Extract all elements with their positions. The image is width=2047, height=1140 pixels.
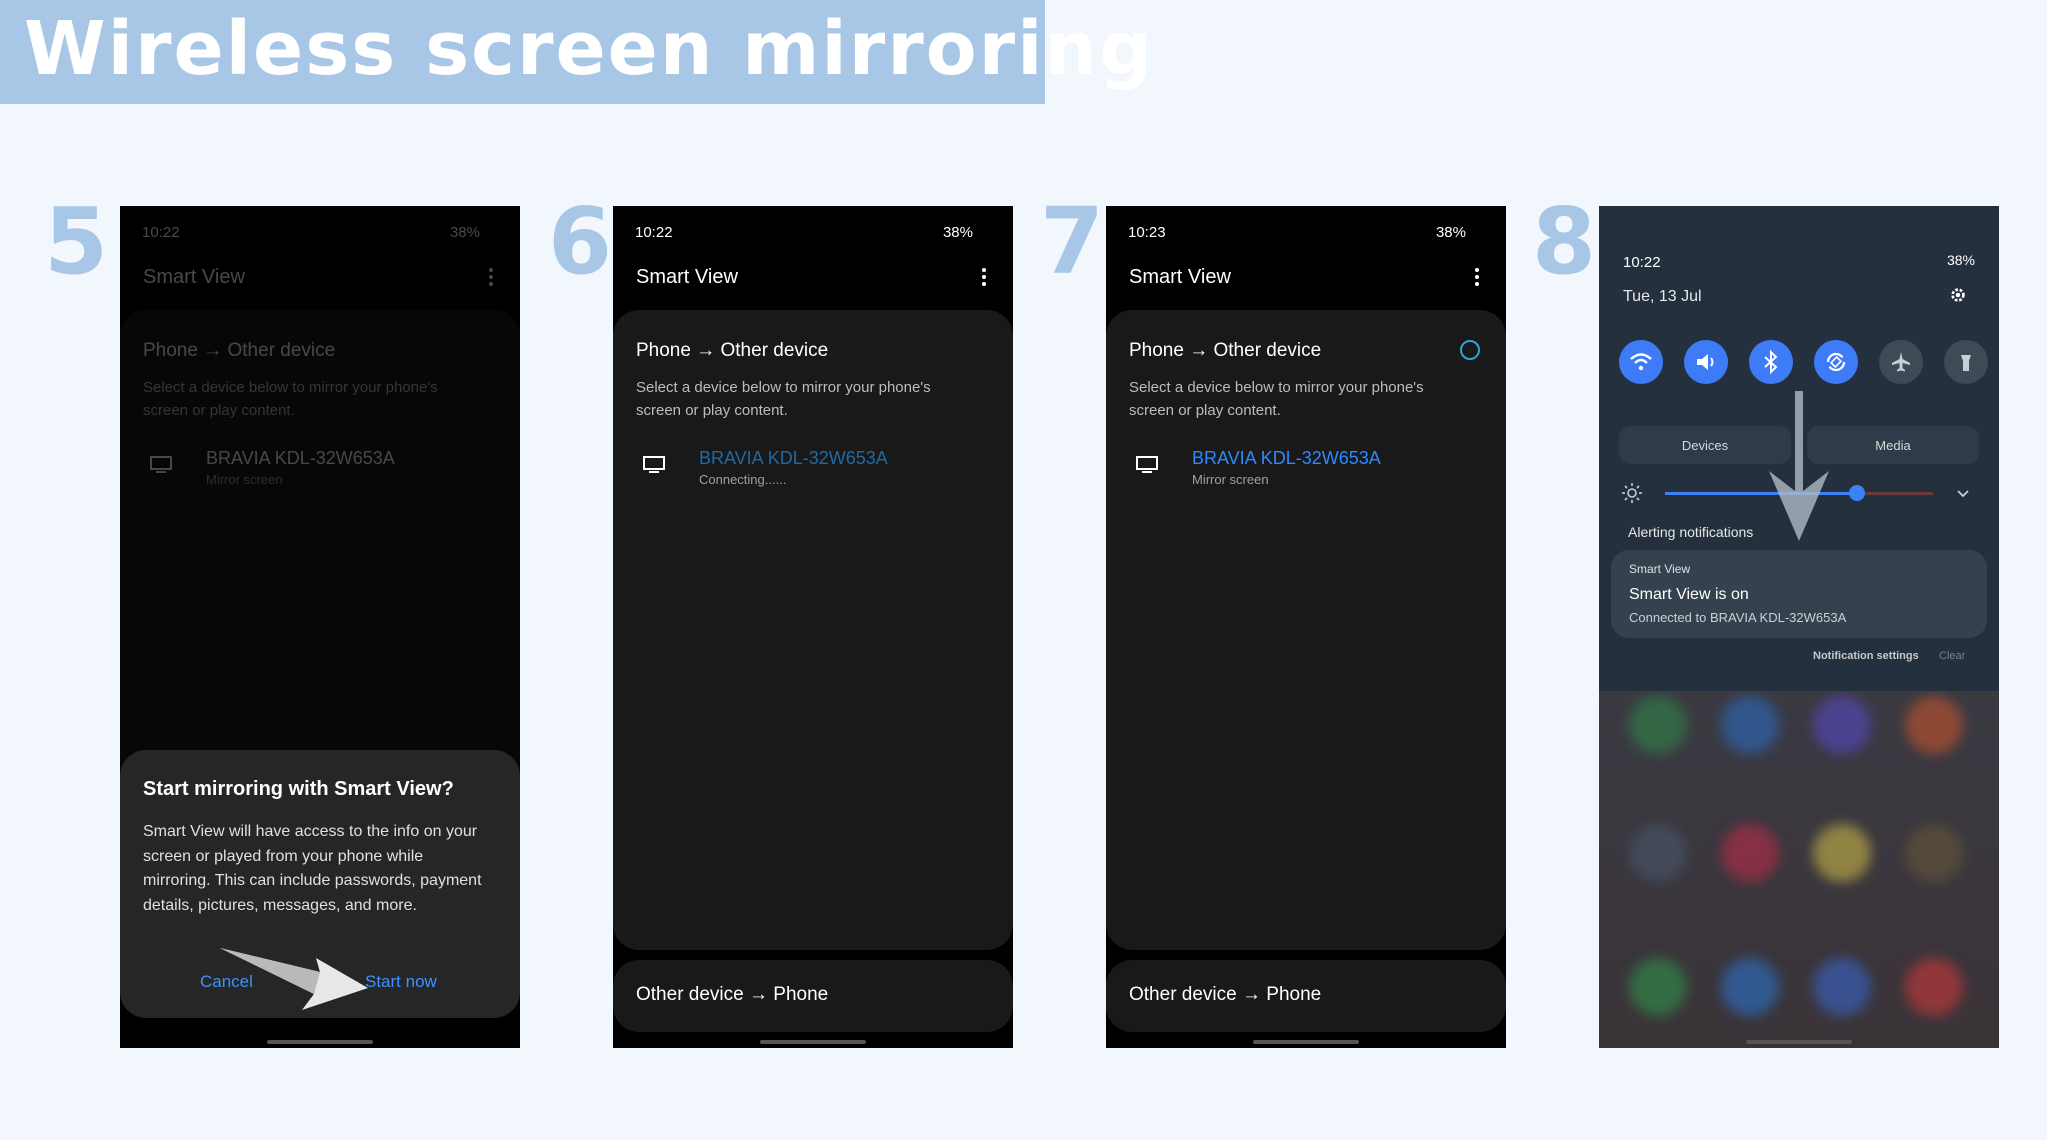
flashlight-toggle[interactable] [1944,340,1988,384]
battery-status: 38% [449,224,480,241]
app-title: Smart View [143,266,245,288]
rotate-icon [1826,352,1846,372]
app-icon [1813,824,1871,882]
home-indicator[interactable] [1253,1040,1359,1044]
more-options-icon[interactable] [981,268,987,286]
swipe-down-arrow-icon [1769,391,1829,541]
app-icon [1721,696,1779,754]
loading-spinner-icon [1460,340,1480,360]
date-label: Tue, 13 Jul [1623,288,1702,305]
sound-toggle[interactable] [1684,340,1728,384]
app-title: Smart View [1129,266,1231,288]
status-time: 10:22 [635,224,673,241]
dialog-title: Start mirroring with Smart View? [143,778,454,800]
section-description: Select a device below to mirror your pho… [1129,379,1424,419]
section-title: Phone → Other device [636,340,829,361]
airplane-mode-toggle[interactable] [1879,340,1923,384]
app-icon [1721,824,1779,882]
section-description: Select a device below to mirror your pho… [143,379,438,419]
gear-icon[interactable] [1949,286,1967,304]
step-number-7: 7 [1040,188,1105,295]
title-banner: Wireless screen mirroring [0,0,1152,104]
device-status: Mirror screen [1192,472,1269,487]
status-bar: 10:22 38% [142,224,498,244]
app-title: Smart View [636,266,738,288]
notification-title: Smart View is on [1629,586,1749,603]
bluetooth-toggle[interactable] [1749,340,1793,384]
app-icon [1905,696,1963,754]
step-number-8: 8 [1532,188,1597,295]
app-icon [1905,958,1963,1016]
bluetooth-icon [1764,349,1778,375]
flashlight-icon [1961,355,1971,371]
mirroring-permission-dialog: Start mirroring with Smart View? Smart V… [120,750,520,1018]
cancel-button[interactable]: Cancel [200,972,253,992]
airplane-icon [1892,352,1910,372]
brightness-slider-track [1857,492,1933,495]
status-bar: 10:22 38% [635,224,991,244]
tv-icon [150,456,172,473]
status-time: 10:22 [1623,254,1661,271]
device-status: Connecting...... [699,472,787,487]
wifi-toggle[interactable] [1619,340,1663,384]
notification-app-name: Smart View [1629,562,1691,576]
reverse-mirror-label: Other device → Phone [636,984,829,1005]
step-number-6: 6 [548,188,613,295]
app-icon [1813,958,1871,1016]
reverse-mirror-label: Other device → Phone [1129,984,1322,1005]
app-icon [1905,824,1963,882]
battery-status: 38% [942,224,973,241]
section-title: Phone → Other device [1129,340,1322,361]
home-indicator[interactable] [760,1040,866,1044]
section-description: Select a device below to mirror your pho… [636,379,931,419]
notification-subtitle: Connected to BRAVIA KDL-32W653A [1629,610,1847,625]
quick-settings-row [1619,340,1989,384]
battery-status: 38% [1435,224,1466,241]
alerting-notifications-label: Alerting notifications [1628,524,1754,540]
mirror-section-card: Phone → Other device Select a device bel… [613,310,1013,950]
device-status: Mirror screen [206,472,283,487]
smart-view-notification[interactable]: Smart View Smart View is on Connected to… [1611,550,1987,638]
volume-icon [1697,354,1714,370]
home-indicator[interactable] [1746,1040,1852,1044]
device-name[interactable]: BRAVIA KDL-32W653A [699,448,888,469]
app-icon [1721,958,1779,1016]
wifi-icon [1630,353,1652,371]
device-name[interactable]: BRAVIA KDL-32W653A [1192,448,1381,469]
clear-button[interactable]: Clear [1939,650,1965,662]
tv-icon [1136,456,1158,473]
reverse-mirror-section[interactable]: Other device → Phone [613,960,1013,1032]
home-indicator[interactable] [267,1040,373,1044]
mirror-section-card: Phone → Other device Select a device bel… [1106,310,1506,950]
phone-screen-step-5: 10:22 38% Smart View Phone → Other devic… [120,206,520,1048]
battery-status: 38% [1946,252,1975,268]
phone-screen-step-6: 10:22 38% Smart View Phone → Other devic… [613,206,1013,1048]
app-icon [1629,696,1687,754]
phone-screen-step-7: 10:23 38% Smart View Phone → Other devic… [1106,206,1506,1048]
more-options-icon[interactable] [488,268,494,286]
device-name[interactable]: BRAVIA KDL-32W653A [206,448,395,469]
app-icon [1629,824,1687,882]
chevron-down-icon[interactable] [1955,486,1971,502]
tv-icon [643,456,665,473]
step-number-5: 5 [44,188,109,295]
status-time: 10:23 [1128,224,1166,241]
app-icon [1629,958,1687,1016]
auto-rotate-toggle[interactable] [1814,340,1858,384]
app-icon [1813,696,1871,754]
section-title: Phone → Other device [143,340,336,361]
dialog-body: Smart View will have access to the info … [143,823,482,914]
reverse-mirror-section[interactable]: Other device → Phone [1106,960,1506,1032]
notification-settings-button[interactable]: Notification settings [1813,650,1919,662]
status-bar: 10:23 38% [1128,224,1484,244]
page-title: Wireless screen mirroring [24,6,1155,92]
brightness-slider-handle[interactable] [1849,485,1865,501]
phone-screen-step-8: 10:22 38% Tue, 13 Jul Devices Media Aler… [1599,206,1999,1048]
more-options-icon[interactable] [1474,268,1480,286]
status-time: 10:22 [142,224,180,241]
brightness-icon [1622,483,1642,503]
start-now-button[interactable]: Start now [365,972,437,992]
